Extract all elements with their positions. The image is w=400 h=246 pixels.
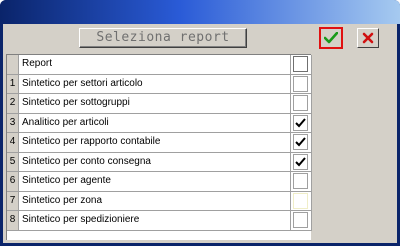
report-select-checkbox[interactable] — [293, 173, 308, 189]
row-number: 4 — [7, 133, 19, 153]
report-name-cell[interactable]: Sintetico per rapporto contabile — [19, 133, 291, 153]
report-select-checkbox[interactable] — [293, 192, 308, 209]
select-cell — [291, 74, 312, 94]
dialog-client-area: Seleziona report Report 1 Sintetico per s… — [3, 24, 397, 243]
table-row[interactable]: 1 Sintetico per settori articolo — [7, 74, 312, 94]
select-cell — [291, 94, 312, 114]
checkmark-icon — [295, 156, 306, 166]
table-row[interactable]: 5 Sintetico per conto consegna — [7, 152, 312, 172]
dialog-window: Seleziona report Report 1 Sintetico per s… — [0, 0, 400, 246]
select-cell — [291, 152, 312, 172]
table-row[interactable]: 8 Sintetico per spedizioniere — [7, 211, 312, 231]
select-cell — [291, 133, 312, 153]
report-select-checkbox[interactable] — [293, 212, 308, 228]
title-bar[interactable] — [0, 0, 400, 24]
row-number-header — [7, 55, 19, 75]
table-row[interactable]: 6 Sintetico per agente — [7, 172, 312, 192]
report-select-checkbox[interactable] — [293, 134, 308, 150]
row-number: 8 — [7, 211, 19, 231]
select-cell — [291, 113, 312, 133]
report-selector-title: Seleziona report — [79, 28, 247, 48]
report-name-cell[interactable]: Analitico per articoli — [19, 113, 291, 133]
row-number: 7 — [7, 191, 19, 211]
checkmark-icon — [295, 117, 306, 127]
row-number: 2 — [7, 94, 19, 114]
report-select-checkbox[interactable] — [293, 153, 308, 170]
report-name-cell[interactable]: Sintetico per agente — [19, 172, 291, 192]
report-column-header[interactable]: Report — [19, 55, 291, 75]
report-grid: Report 1 Sintetico per settori articolo 2 S… — [6, 54, 312, 240]
report-select-checkbox[interactable] — [293, 75, 308, 92]
select-cell — [291, 172, 312, 192]
checkmark-icon — [295, 137, 306, 147]
report-name-cell[interactable]: Sintetico per zona — [19, 191, 291, 211]
red-x-icon — [362, 32, 374, 44]
row-number: 1 — [7, 74, 19, 94]
green-checkmark-icon — [324, 32, 338, 44]
report-name-cell[interactable]: Sintetico per spedizioniere — [19, 211, 291, 231]
report-select-checkbox[interactable] — [293, 114, 308, 131]
report-name-cell[interactable]: Sintetico per sottogruppi — [19, 94, 291, 114]
grid-header-row: Report — [7, 55, 312, 75]
select-all-cell — [291, 55, 312, 75]
report-name-cell[interactable]: Sintetico per settori articolo — [19, 74, 291, 94]
table-row[interactable]: 3 Analitico per articoli — [7, 113, 312, 133]
report-name-cell[interactable]: Sintetico per conto consegna — [19, 152, 291, 172]
select-cell — [291, 191, 312, 211]
confirm-button[interactable] — [319, 27, 343, 49]
table-row[interactable]: 7 Sintetico per zona — [7, 191, 312, 211]
cancel-button[interactable] — [357, 28, 379, 48]
select-cell — [291, 211, 312, 231]
select-all-checkbox[interactable] — [293, 56, 308, 72]
table-row[interactable]: 2 Sintetico per sottogruppi — [7, 94, 312, 114]
row-number: 3 — [7, 113, 19, 133]
report-select-checkbox[interactable] — [293, 95, 308, 111]
table-row[interactable]: 4 Sintetico per rapporto contabile — [7, 133, 312, 153]
row-number: 5 — [7, 152, 19, 172]
row-number: 6 — [7, 172, 19, 192]
